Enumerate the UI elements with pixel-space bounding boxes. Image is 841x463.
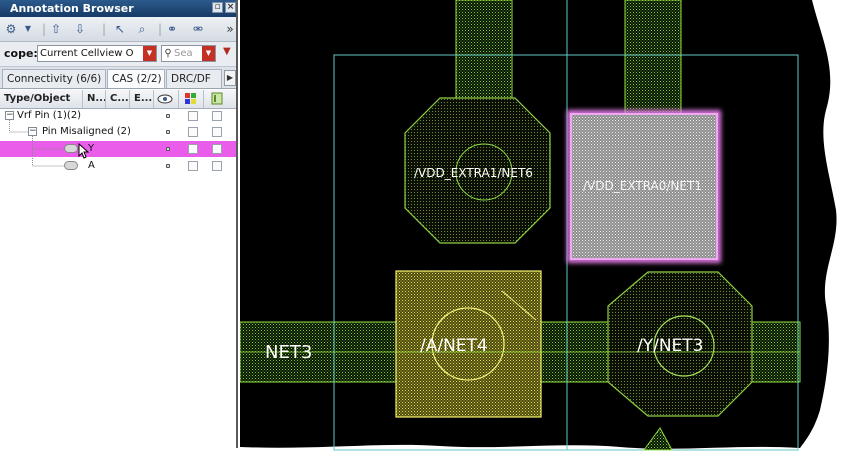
- metal-strap-vdd0[interactable]: [624, 0, 682, 119]
- toolbar-overflow[interactable]: »: [222, 21, 236, 37]
- scope-value: Current Cellview O: [40, 48, 134, 59]
- color-grid-icon: [185, 93, 196, 104]
- chevron-down-icon[interactable]: ▼: [143, 46, 156, 61]
- scope-label: cope:: [4, 47, 38, 60]
- separator: |: [101, 22, 107, 36]
- tree-label: A: [88, 160, 95, 171]
- tab-scroll-right-icon[interactable]: ▶: [224, 70, 236, 86]
- net-label-y-net3: /Y/NET3: [637, 336, 704, 356]
- layer-checkbox[interactable]: [212, 127, 222, 137]
- zoom-icon[interactable]: ⌕: [134, 21, 150, 37]
- search-options-icon[interactable]: ▼: [202, 46, 215, 61]
- search-icon: ⚲: [164, 48, 172, 59]
- net-label-vdd-extra0: /VDD_EXTRA0/NET1: [583, 179, 702, 193]
- settings-dropdown-icon[interactable]: ▼: [20, 21, 36, 37]
- layer-checkbox[interactable]: [212, 111, 222, 121]
- window-title: Annotation Browser: [10, 2, 134, 15]
- tab-drc[interactable]: DRC/DF: [166, 69, 222, 88]
- search-placeholder: Sea: [174, 48, 193, 59]
- up-arrow-icon[interactable]: ⇧: [48, 21, 64, 37]
- tab-connectivity[interactable]: Connectivity (6/6): [2, 69, 106, 88]
- close-icon[interactable]: ×: [225, 2, 236, 13]
- annotation-marker-icon: [166, 130, 170, 134]
- scope-row: cope: Current Cellview O ▼ ⚲ Sea ▼ ▼: [0, 42, 236, 67]
- annotation-browser-panel: Annotation Browser ▫ × ⚙ ▼ | ⇧ ⇩ | ↖ ⌕ |…: [0, 0, 238, 448]
- settings-icon[interactable]: ⚙: [3, 21, 19, 37]
- tab-cas[interactable]: CAS (2/2): [107, 69, 165, 88]
- link-icon[interactable]: ⚭: [164, 21, 180, 37]
- down-arrow-icon[interactable]: ⇩: [72, 21, 88, 37]
- visibility-checkbox[interactable]: [188, 111, 198, 121]
- scope-select[interactable]: Current Cellview O ▼: [37, 45, 157, 62]
- col-visibility[interactable]: [154, 90, 179, 108]
- col-n[interactable]: N...: [83, 90, 106, 108]
- toolbar: ⚙ ▼ | ⇧ ⇩ | ↖ ⌕ | ⚭ ⚮ »: [0, 17, 236, 42]
- annotation-marker-icon: [166, 114, 170, 118]
- column-header: Type/Object N... C... E...: [0, 90, 236, 109]
- col-type-object[interactable]: Type/Object: [0, 90, 83, 108]
- eye-icon: [157, 94, 173, 104]
- annotation-marker-icon: [166, 164, 170, 168]
- layer-icon: [211, 92, 223, 105]
- visibility-checkbox[interactable]: [188, 161, 198, 171]
- col-c[interactable]: C...: [106, 90, 130, 108]
- annotation-marker-icon: [166, 147, 170, 151]
- visibility-checkbox[interactable]: [188, 127, 198, 137]
- layout-canvas[interactable]: /VDD_EXTRA1/NET6 /VDD_EXTRA0/NET1 NET3 /…: [240, 0, 841, 463]
- tab-bar: Connectivity (6/6) CAS (2/2) DRC/DF ▶: [0, 67, 236, 89]
- layer-checkbox[interactable]: [212, 144, 222, 154]
- col-layer[interactable]: [204, 90, 236, 108]
- mouse-cursor-icon: [78, 143, 90, 159]
- unlink-icon[interactable]: ⚮: [190, 21, 206, 37]
- tree-guides: [9, 120, 64, 167]
- restore-icon[interactable]: ▫: [212, 2, 223, 13]
- net-label-vdd-extra1: /VDD_EXTRA1/NET6: [414, 166, 533, 180]
- col-color[interactable]: [179, 90, 204, 108]
- select-icon[interactable]: ↖: [112, 21, 128, 37]
- net-label-net3: NET3: [265, 342, 312, 363]
- net-label-a-net4: /A/NET4: [420, 336, 488, 356]
- visibility-checkbox[interactable]: [188, 144, 198, 154]
- col-e[interactable]: E...: [130, 90, 154, 108]
- layer-checkbox[interactable]: [212, 161, 222, 171]
- search-input[interactable]: ⚲ Sea ▼: [161, 45, 216, 62]
- scope-menu-icon[interactable]: ▼: [223, 46, 231, 57]
- title-bar: Annotation Browser ▫ ×: [0, 0, 236, 17]
